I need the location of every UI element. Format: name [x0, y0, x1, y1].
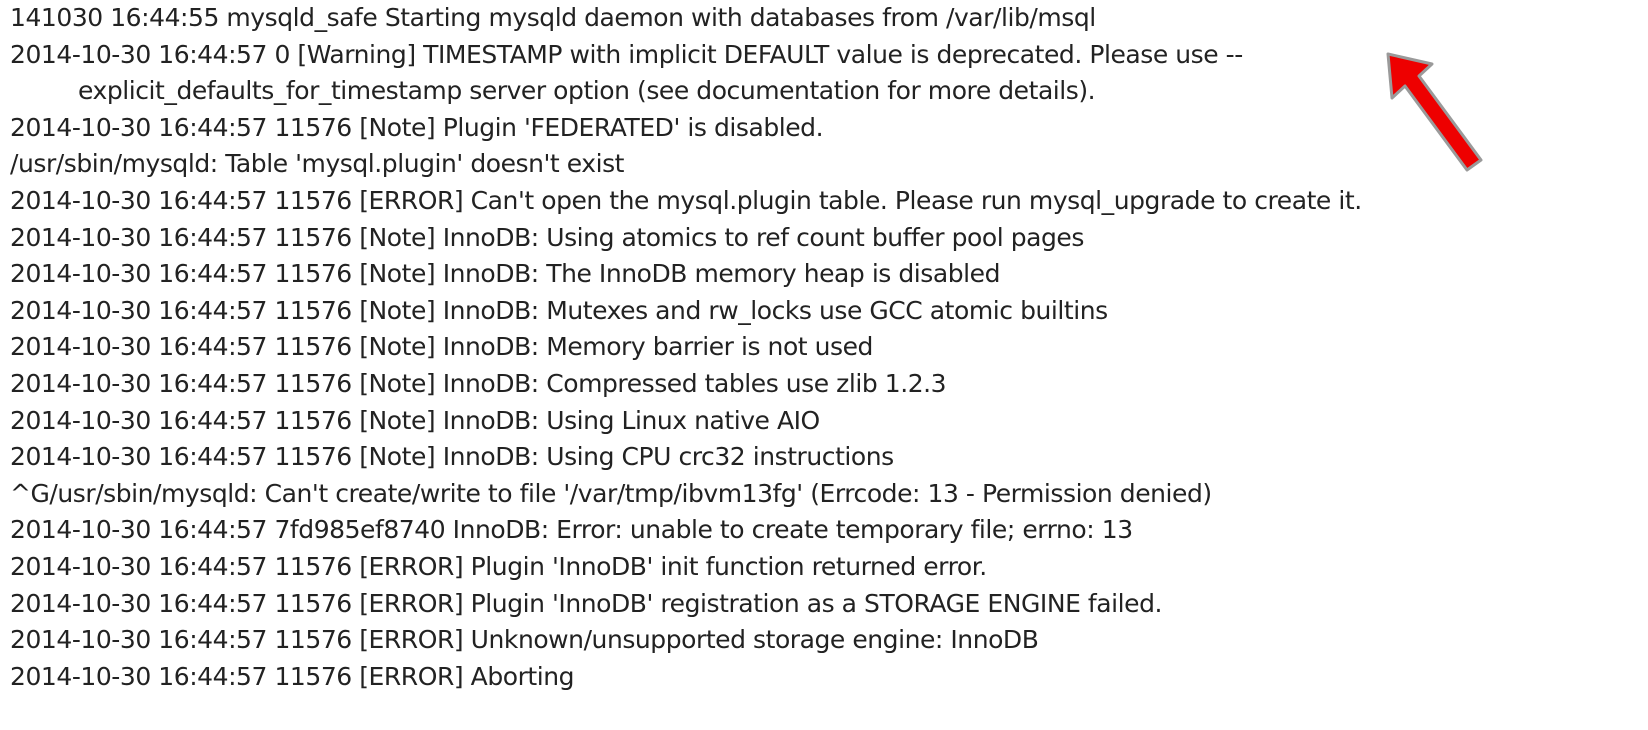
log-line: 2014-10-30 16:44:57 11576 [Note] InnoDB:… — [10, 259, 1001, 289]
red-arrow-icon — [1386, 52, 1483, 172]
log-line: 2014-10-30 16:44:57 11576 [Note] InnoDB:… — [10, 405, 820, 435]
log-line: 2014-10-30 16:44:57 11576 [Note] InnoDB:… — [10, 442, 894, 472]
log-line: 2014-10-30 16:44:57 11576 [Note] InnoDB:… — [10, 332, 873, 362]
log-line: 2014-10-30 16:44:57 11576 [ERROR] Aborti… — [10, 661, 575, 691]
log-line: 2014-10-30 16:44:57 11576 [ERROR] Plugin… — [10, 588, 1162, 618]
log-line: 2014-10-30 16:44:57 11576 [ERROR] Unknow… — [10, 625, 1039, 655]
log-line: 2014-10-30 16:44:57 11576 [ERROR] Can't … — [10, 185, 1362, 215]
log-line: 2014-10-30 16:44:57 11576 [ERROR] Plugin… — [10, 551, 987, 581]
log-line: 2014-10-30 16:44:57 7fd985ef8740 InnoDB:… — [10, 515, 1133, 545]
log-line: 141030 16:44:55 mysqld_safe Starting mys… — [10, 3, 1096, 32]
log-line: 2014-10-30 16:44:57 11576 [Note] InnoDB:… — [10, 222, 1084, 252]
log-line: ^G/usr/sbin/mysqld: Can't create/write t… — [10, 478, 1212, 508]
log-line: 2014-10-30 16:44:57 11576 [Note] InnoDB:… — [10, 295, 1108, 325]
log-line: 2014-10-30 16:44:57 11576 [Note] InnoDB:… — [10, 368, 947, 398]
